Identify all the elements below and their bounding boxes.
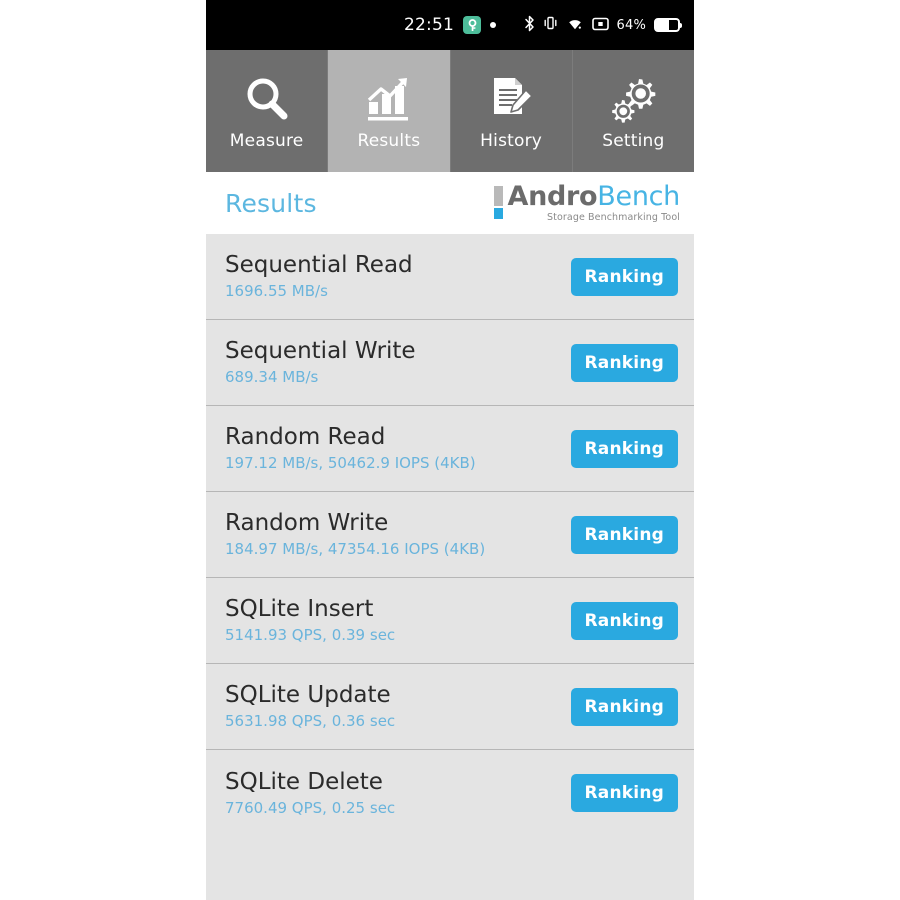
- result-value: 5141.93 QPS, 0.39 sec: [225, 626, 396, 644]
- table-row[interactable]: SQLite Delete 7760.49 QPS, 0.25 sec Rank…: [206, 750, 694, 836]
- tab-bar: Measure Results History Setting: [206, 50, 694, 172]
- result-name: Sequential Read: [225, 252, 413, 278]
- vibrate-icon: [543, 15, 558, 35]
- table-row[interactable]: Sequential Read 1696.55 MB/s Ranking: [206, 234, 694, 320]
- phone-viewport: 22:51 64% Measure Results History Settin…: [206, 0, 694, 900]
- result-value: 689.34 MB/s: [225, 368, 319, 386]
- result-value: 197.12 MB/s, 50462.9 IOPS (4KB): [225, 454, 476, 472]
- result-value: 184.97 MB/s, 47354.16 IOPS (4KB): [225, 540, 486, 558]
- logo-text: AndroBench Storage Benchmarking Tool: [507, 183, 680, 224]
- ranking-button[interactable]: Ranking: [570, 343, 678, 382]
- table-row[interactable]: SQLite Update 5631.98 QPS, 0.36 sec Rank…: [206, 664, 694, 750]
- row-texts: Sequential Read 1696.55 MB/s: [225, 252, 413, 301]
- tab-history[interactable]: History: [450, 50, 573, 172]
- document-edit-icon: [486, 71, 536, 127]
- androbench-logo: AndroBench Storage Benchmarking Tool: [494, 183, 680, 223]
- status-bar-clock: 22:51: [404, 15, 454, 35]
- logo-tagline: Storage Benchmarking Tool: [547, 212, 680, 223]
- row-texts: Sequential Write 689.34 MB/s: [225, 338, 416, 387]
- tab-results-label: Results: [357, 131, 421, 151]
- tab-measure-label: Measure: [229, 131, 304, 151]
- table-row[interactable]: Random Read 197.12 MB/s, 50462.9 IOPS (4…: [206, 406, 694, 492]
- search-icon: [242, 71, 292, 127]
- row-texts: SQLite Delete 7760.49 QPS, 0.25 sec: [225, 769, 395, 818]
- result-name: Random Read: [225, 424, 386, 450]
- result-value: 7760.49 QPS, 0.25 sec: [225, 798, 396, 817]
- result-name: SQLite Update: [225, 682, 391, 708]
- tab-setting-label: Setting: [602, 131, 665, 151]
- results-header: Results AndroBench Storage Benchmarking …: [206, 172, 694, 234]
- screen-record-icon: [591, 16, 609, 35]
- ranking-button[interactable]: Ranking: [570, 687, 678, 726]
- status-bar-right: 64%: [524, 15, 682, 36]
- logo-bar-gray: [494, 186, 504, 206]
- bluetooth-icon: [524, 15, 535, 36]
- table-row[interactable]: SQLite Insert 5141.93 QPS, 0.39 sec Rank…: [206, 578, 694, 664]
- ranking-button[interactable]: Ranking: [570, 257, 678, 296]
- row-texts: Random Write 184.97 MB/s, 47354.16 IOPS …: [225, 510, 485, 559]
- logo-andro: Andro: [507, 181, 598, 212]
- result-name: Random Write: [225, 510, 389, 536]
- logo-bars-icon: [494, 183, 504, 219]
- status-bar: 22:51 64%: [206, 0, 694, 50]
- result-name: Sequential Write: [225, 338, 416, 364]
- screenshot-root: 22:51 64% Measure Results History Settin…: [0, 0, 900, 900]
- chart-icon: [364, 71, 414, 127]
- ranking-button[interactable]: Ranking: [570, 774, 678, 812]
- tab-results[interactable]: Results: [328, 50, 451, 172]
- row-texts: SQLite Insert 5141.93 QPS, 0.39 sec: [225, 596, 395, 645]
- result-value: 1696.55 MB/s: [225, 282, 328, 300]
- ranking-button[interactable]: Ranking: [570, 515, 678, 554]
- logo-bench: Bench: [597, 181, 680, 212]
- result-name: SQLite Delete: [225, 768, 383, 795]
- row-texts: SQLite Update 5631.98 QPS, 0.36 sec: [225, 682, 395, 731]
- logo-bar-blue: [494, 208, 504, 219]
- battery-fill: [656, 20, 669, 30]
- ranking-button[interactable]: Ranking: [570, 601, 678, 640]
- gears-icon: [608, 71, 658, 127]
- battery-icon: [654, 18, 682, 32]
- notification-dot-icon: [490, 22, 496, 28]
- table-row[interactable]: Random Write 184.97 MB/s, 47354.16 IOPS …: [206, 492, 694, 578]
- ranking-button[interactable]: Ranking: [570, 429, 678, 468]
- wifi-icon: [566, 16, 584, 35]
- tab-setting[interactable]: Setting: [572, 50, 694, 172]
- table-row[interactable]: Sequential Write 689.34 MB/s Ranking: [206, 320, 694, 406]
- row-texts: Random Read 197.12 MB/s, 50462.9 IOPS (4…: [225, 424, 476, 473]
- tab-measure[interactable]: Measure: [206, 50, 329, 172]
- tab-history-label: History: [480, 131, 543, 151]
- result-name: SQLite Insert: [225, 596, 374, 622]
- page-title: Results: [225, 188, 317, 218]
- key-badge-icon: [463, 16, 481, 34]
- logo-wordmark: AndroBench: [507, 183, 680, 211]
- results-list: Sequential Read 1696.55 MB/s Ranking Seq…: [206, 234, 694, 900]
- battery-percent-label: 64%: [616, 17, 646, 33]
- result-value: 5631.98 QPS, 0.36 sec: [225, 712, 396, 730]
